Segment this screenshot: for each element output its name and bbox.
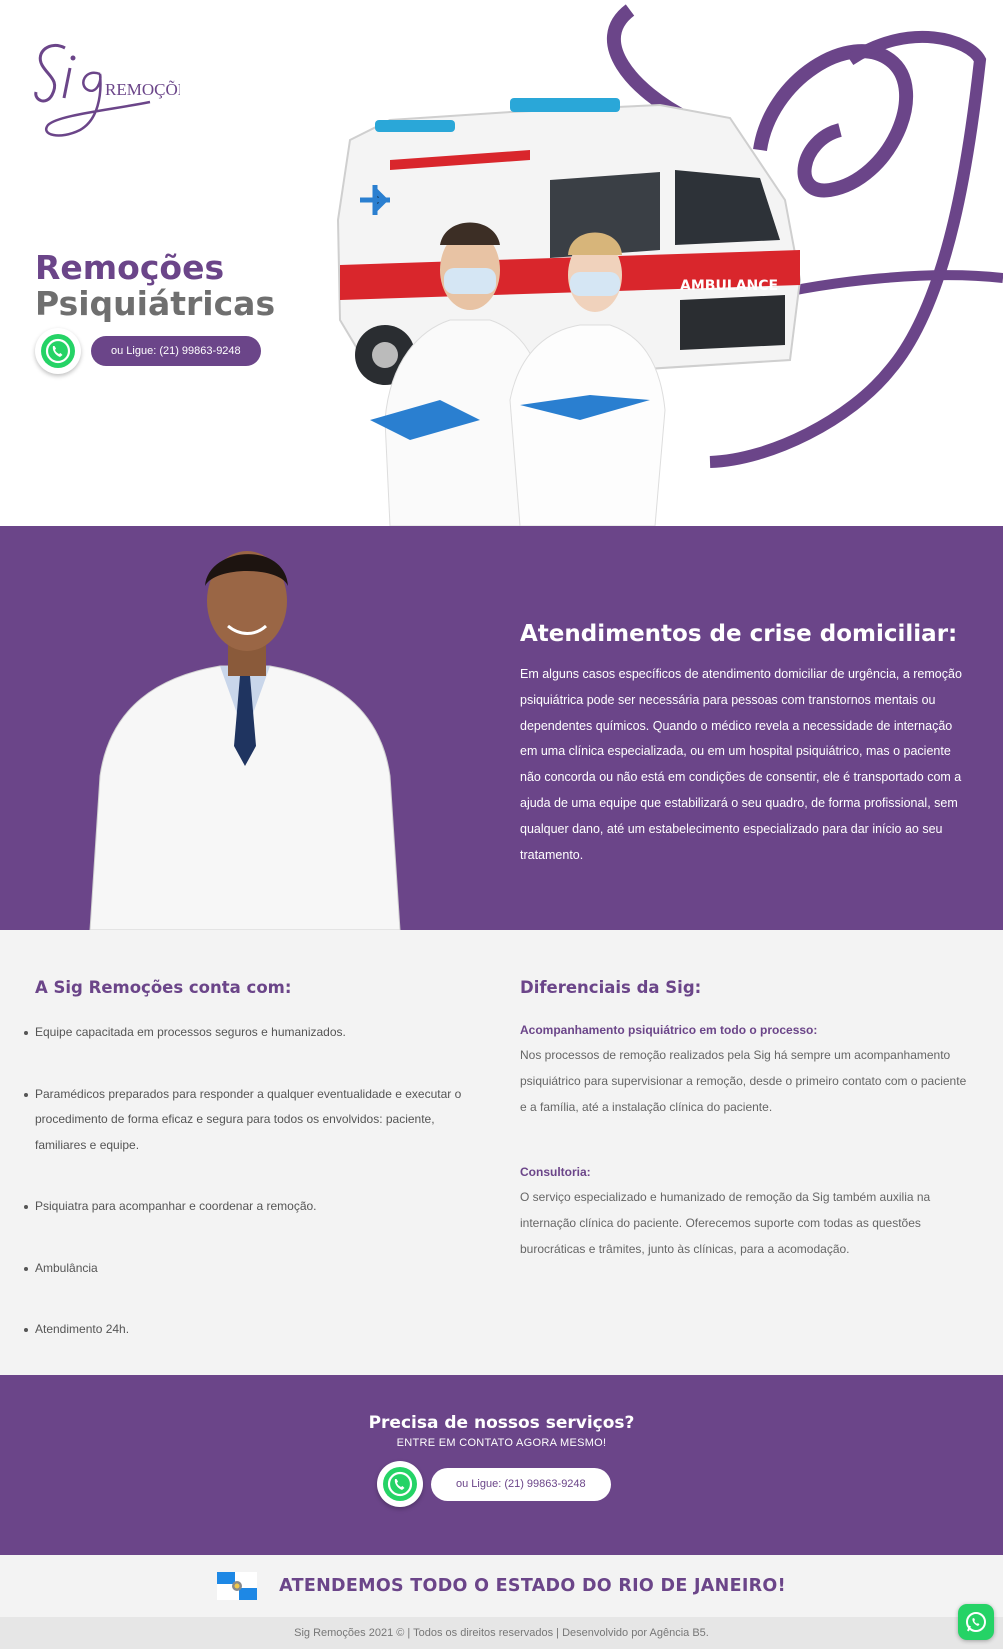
ambulance-label: AMBULANCE [680, 278, 778, 294]
ambulance-paramedics-image: AMBULANCE [336, 4, 1003, 526]
hero-title: Remoções Psiquiátricas [35, 250, 275, 322]
cta-subheading: ENTRE EM CONTATO AGORA MESMO! [396, 1437, 607, 1449]
list-item: Equipe capacitada em processos seguros e… [24, 1020, 465, 1046]
crisis-heading: Atendimentos de crise domiciliar: [520, 621, 958, 647]
list-item: Psiquiatra para acompanhar e coordenar a… [24, 1194, 465, 1220]
cta-contact-row: ou Ligue: (21) 99863-9248 [377, 1461, 611, 1507]
differential-text: Nos processos de remoção realizados pela… [520, 1048, 967, 1114]
differential-item: Consultoria: O serviço especializado e h… [520, 1162, 970, 1262]
rio-de-janeiro-flag-icon [217, 1572, 258, 1600]
sig-remocoes-logo[interactable]: REMOÇÕES [30, 40, 180, 150]
list-item: Ambulância [24, 1256, 465, 1282]
whatsapp-icon[interactable] [377, 1461, 423, 1507]
features-section: A Sig Remoções conta com: Equipe capacit… [0, 930, 1003, 1375]
differential-title: Consultoria: [520, 1165, 591, 1179]
hero-contact-row: ou Ligue: (21) 99863-9248 [35, 328, 261, 374]
cta-heading: Precisa de nossos serviços? [368, 1413, 635, 1433]
hero-title-line2: Psiquiátricas [35, 284, 276, 323]
call-phone-button[interactable]: ou Ligue: (21) 99863-9248 [431, 1467, 611, 1501]
differentials-heading: Diferenciais da Sig: [520, 978, 702, 997]
whatsapp-icon [966, 1612, 986, 1632]
services-list: Equipe capacitada em processos seguros e… [24, 1020, 465, 1379]
crisis-body: Em alguns casos específicos de atendimen… [520, 667, 962, 862]
footer: Sig Remoções 2021 © | Todos os direitos … [0, 1617, 1003, 1649]
differential-item: Acompanhamento psiquiátrico em todo o pr… [520, 1020, 970, 1120]
differential-text: O serviço especializado e humanizado de … [520, 1190, 931, 1256]
footer-text: Sig Remoções 2021 © | Todos os direitos … [294, 1627, 709, 1639]
list-item: Atendimento 24h. [24, 1317, 465, 1343]
contact-cta-section: Precisa de nossos serviços? ENTRE EM CON… [0, 1375, 1003, 1555]
logo-word: REMOÇÕES [105, 80, 180, 99]
crisis-section: Atendimentos de crise domiciliar: Em alg… [0, 526, 1003, 930]
differential-title: Acompanhamento psiquiátrico em todo o pr… [520, 1023, 818, 1037]
hero-title-line1: Remoções [35, 248, 225, 287]
list-item: Paramédicos preparados para responder a … [24, 1082, 465, 1159]
whatsapp-icon[interactable] [35, 328, 81, 374]
doctor-image [89, 551, 401, 930]
floating-whatsapp-button[interactable] [958, 1604, 994, 1640]
hero-section: REMOÇÕES Remoções Psiquiátricas ou Ligue… [0, 0, 1003, 526]
services-heading: A Sig Remoções conta com: [35, 978, 292, 997]
state-coverage-text: ATENDEMOS TODO O ESTADO DO RIO DE JANEIR… [279, 1576, 786, 1596]
call-phone-button[interactable]: ou Ligue: (21) 99863-9248 [91, 336, 261, 366]
state-coverage-banner: ATENDEMOS TODO O ESTADO DO RIO DE JANEIR… [0, 1555, 1003, 1617]
